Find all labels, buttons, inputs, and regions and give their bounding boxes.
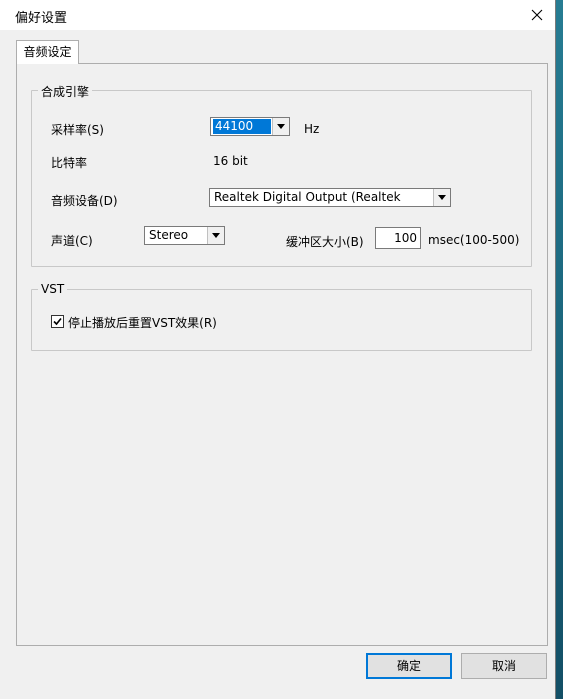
tab-panel: 合成引擎 采样率(S) 44100 Hz 比特率 16 bit 音频设备(D) …: [16, 63, 548, 646]
sample-rate-select[interactable]: 44100: [210, 117, 290, 136]
preferences-dialog: 偏好设置 音频设定 合成引擎 采样率(S) 44100 Hz 比特率 16 bi…: [0, 0, 556, 699]
sample-rate-unit: Hz: [304, 122, 320, 136]
reset-vst-checkbox[interactable]: [51, 315, 64, 328]
ok-button[interactable]: 确定: [366, 653, 452, 679]
close-button[interactable]: [525, 3, 549, 27]
audio-device-dropdown-arrow[interactable]: [433, 189, 450, 206]
cancel-button[interactable]: 取消: [461, 653, 547, 679]
vst-legend: VST: [38, 282, 68, 296]
channel-value: Stereo: [149, 228, 189, 242]
channel-select[interactable]: Stereo: [144, 226, 225, 245]
window-title: 偏好设置: [15, 11, 68, 26]
reset-vst-label[interactable]: 停止播放后重置VST效果(R): [68, 314, 217, 331]
title-bar: 偏好设置: [0, 0, 555, 30]
audio-device-value: Realtek Digital Output (Realtek: [214, 190, 401, 204]
vst-group: VST 停止播放后重置VST效果(R): [31, 282, 532, 351]
buffer-size-input[interactable]: 100: [375, 227, 421, 249]
audio-device-label: 音频设备(D): [51, 194, 118, 208]
buffer-size-label: 缓冲区大小(B): [286, 235, 364, 249]
sample-rate-dropdown-arrow[interactable]: [272, 118, 289, 135]
chevron-down-icon: [277, 124, 285, 129]
checkmark-icon: [53, 317, 62, 326]
close-icon: [531, 9, 543, 21]
tab-audio-settings[interactable]: 音频设定: [16, 40, 79, 64]
bit-rate-label: 比特率: [51, 156, 88, 170]
synth-engine-legend: 合成引擎: [38, 83, 93, 100]
channel-label: 声道(C): [51, 234, 93, 248]
bit-rate-value: 16 bit: [213, 154, 248, 168]
chevron-down-icon: [438, 195, 446, 200]
synth-engine-group: 合成引擎 采样率(S) 44100 Hz 比特率 16 bit 音频设备(D) …: [31, 83, 532, 267]
audio-device-select[interactable]: Realtek Digital Output (Realtek: [209, 188, 451, 207]
buffer-size-unit: msec(100-500): [428, 233, 520, 247]
sample-rate-label: 采样率(S): [51, 123, 104, 137]
channel-dropdown-arrow[interactable]: [207, 227, 224, 244]
chevron-down-icon: [212, 233, 220, 238]
sample-rate-value: 44100: [213, 119, 271, 134]
